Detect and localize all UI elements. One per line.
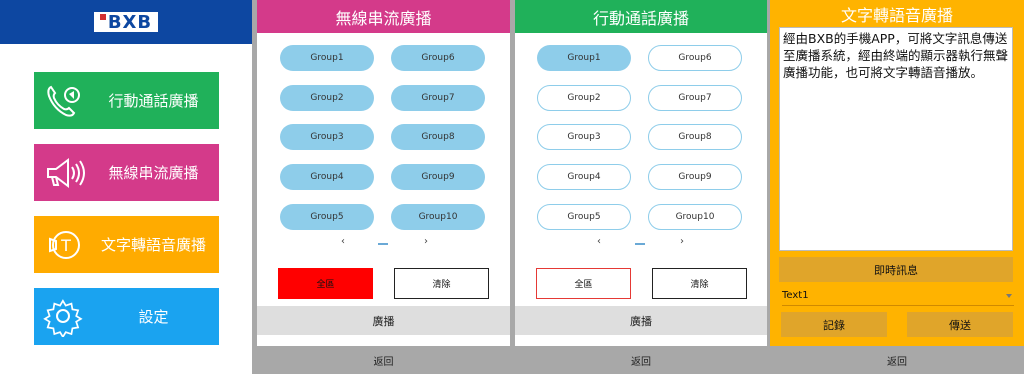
screen-title: 行動通話廣播 bbox=[515, 0, 767, 33]
screen-title: 無線串流廣播 bbox=[257, 0, 510, 33]
main-menu-screen: BXB 行動通話廣播 無線串流廣播 T 文字轉語音廣播 設定 bbox=[0, 0, 252, 374]
group-button[interactable]: Group6 bbox=[391, 45, 485, 71]
broadcast-button[interactable]: 廣播 bbox=[257, 306, 510, 335]
group-button[interactable]: Group5 bbox=[537, 204, 631, 230]
dropdown-caret-icon bbox=[1006, 294, 1012, 298]
group-pager: ‹ › bbox=[257, 236, 510, 250]
clear-button[interactable]: 清除 bbox=[394, 268, 489, 299]
menu-label: 無線串流廣播 bbox=[108, 164, 199, 182]
svg-text:T: T bbox=[60, 236, 71, 255]
text-to-speech-icon: T bbox=[34, 225, 94, 265]
group-button[interactable]: Group2 bbox=[280, 85, 374, 111]
group-button[interactable]: Group8 bbox=[391, 124, 485, 150]
prev-page-chevron-icon[interactable]: ‹ bbox=[341, 236, 345, 247]
group-pager: ‹ › bbox=[515, 236, 767, 250]
message-textarea[interactable]: 經由BXB的手機APP，可將文字訊息傳送至廣播系統，經由終端的顯示器執行無聲廣播… bbox=[779, 27, 1013, 251]
group-button[interactable]: Group3 bbox=[537, 124, 631, 150]
menu-label: 行動通話廣播 bbox=[108, 92, 199, 110]
select-all-button[interactable]: 全區 bbox=[536, 268, 631, 299]
wireless-stream-screen: 無線串流廣播 Group1 Group6 Group2 Group7 Group… bbox=[257, 0, 510, 374]
group-button[interactable]: Group4 bbox=[537, 164, 631, 190]
next-page-chevron-icon[interactable]: › bbox=[424, 236, 428, 247]
group-button[interactable]: Group5 bbox=[280, 204, 374, 230]
next-page-chevron-icon[interactable]: › bbox=[680, 236, 684, 247]
group-button[interactable]: Group10 bbox=[391, 204, 485, 230]
group-button[interactable]: Group8 bbox=[648, 124, 742, 150]
app-header: BXB bbox=[0, 0, 252, 44]
menu-label: 文字轉語音廣播 bbox=[100, 236, 206, 254]
menu-wireless-stream-broadcast-button[interactable]: 無線串流廣播 bbox=[34, 144, 219, 201]
logo-text: BXB bbox=[107, 11, 153, 33]
prev-page-chevron-icon[interactable]: ‹ bbox=[597, 236, 601, 247]
screen-title: 文字轉語音廣播 bbox=[770, 0, 1024, 27]
back-button[interactable]: 返回 bbox=[257, 346, 510, 374]
broadcast-button[interactable]: 廣播 bbox=[515, 306, 767, 335]
group-button[interactable]: Group7 bbox=[391, 85, 485, 111]
page-indicator bbox=[378, 243, 388, 245]
bxb-logo: BXB bbox=[93, 11, 159, 33]
group-button[interactable]: Group7 bbox=[648, 85, 742, 111]
text-to-speech-screen: 文字轉語音廣播 經由BXB的手機APP，可將文字訊息傳送至廣播系統，經由終端的顯… bbox=[770, 0, 1024, 374]
screenshot-stage: BXB 行動通話廣播 無線串流廣播 T 文字轉語音廣播 設定 無線串流廣播 Gr… bbox=[0, 0, 1024, 374]
record-button[interactable]: 記錄 bbox=[781, 312, 887, 337]
gear-icon bbox=[34, 297, 94, 337]
select-all-button[interactable]: 全區 bbox=[278, 268, 373, 299]
megaphone-icon bbox=[34, 153, 94, 193]
group-button[interactable]: Group4 bbox=[280, 164, 374, 190]
selected-value: Text1 bbox=[782, 290, 809, 301]
mobile-call-screen: 行動通話廣播 Group1 Group6 Group2 Group7 Group… bbox=[515, 0, 767, 374]
group-button[interactable]: Group1 bbox=[280, 45, 374, 71]
instant-message-button[interactable]: 即時訊息 bbox=[779, 257, 1013, 282]
menu-settings-button[interactable]: 設定 bbox=[34, 288, 219, 345]
clear-button[interactable]: 清除 bbox=[652, 268, 747, 299]
group-button[interactable]: Group2 bbox=[537, 85, 631, 111]
menu-label: 設定 bbox=[138, 308, 169, 326]
group-button[interactable]: Group3 bbox=[280, 124, 374, 150]
page-indicator bbox=[635, 243, 645, 245]
phone-icon bbox=[34, 81, 94, 121]
group-button[interactable]: Group10 bbox=[648, 204, 742, 230]
message-select[interactable]: Text1 bbox=[782, 290, 1014, 306]
menu-mobile-call-broadcast-button[interactable]: 行動通話廣播 bbox=[34, 72, 219, 129]
group-button[interactable]: Group1 bbox=[537, 45, 631, 71]
back-button[interactable]: 返回 bbox=[770, 346, 1024, 374]
menu-text-to-speech-button[interactable]: T 文字轉語音廣播 bbox=[34, 216, 219, 273]
group-button[interactable]: Group9 bbox=[391, 164, 485, 190]
group-button[interactable]: Group6 bbox=[648, 45, 742, 71]
back-button[interactable]: 返回 bbox=[515, 346, 767, 374]
send-button[interactable]: 傳送 bbox=[907, 312, 1013, 337]
logo-dot-icon bbox=[99, 14, 106, 20]
group-button[interactable]: Group9 bbox=[648, 164, 742, 190]
